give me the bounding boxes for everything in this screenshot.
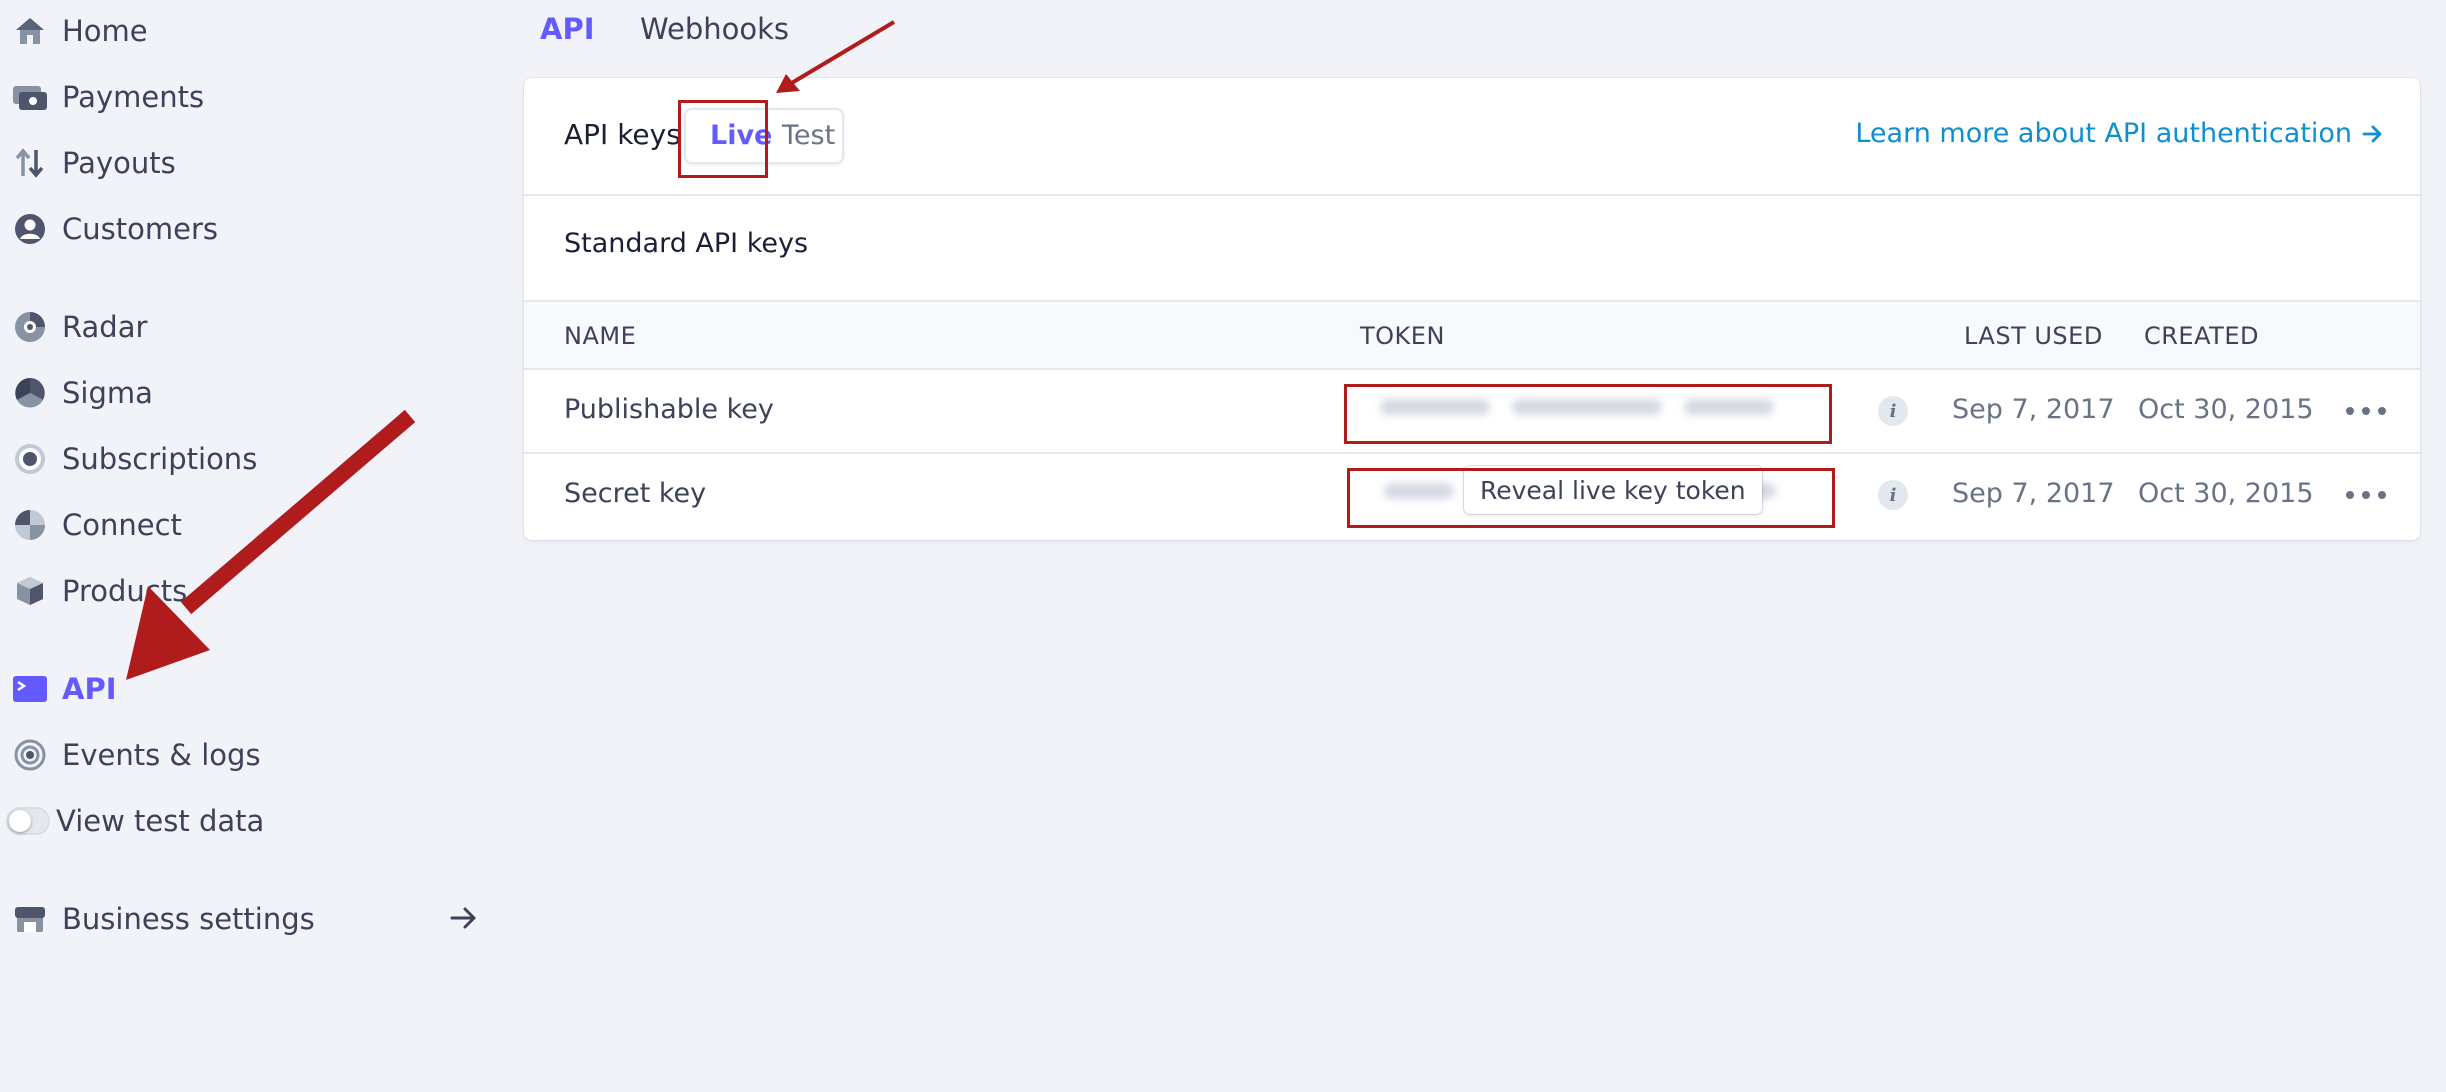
sidebar-item-label: Business settings: [62, 902, 315, 936]
subscriptions-icon: [12, 441, 48, 477]
more-options-icon[interactable]: [2346, 480, 2386, 510]
sidebar-item-label: View test data: [56, 804, 265, 838]
connect-icon: [12, 507, 48, 543]
section-title: Standard API keys: [564, 228, 809, 259]
sidebar-item-label: Products: [62, 574, 188, 608]
info-icon[interactable]: i: [1878, 396, 1908, 426]
products-icon: [12, 573, 48, 609]
sidebar-item-label: Events & logs: [62, 738, 261, 772]
sidebar-item-api[interactable]: API: [12, 664, 117, 714]
info-icon[interactable]: i: [1878, 480, 1908, 510]
api-icon: [12, 671, 48, 707]
arrow-right-icon: [2362, 125, 2382, 142]
sigma-icon: [12, 375, 48, 411]
payments-icon: [12, 79, 48, 115]
sidebar-item-sigma[interactable]: Sigma: [12, 368, 153, 418]
view-test-data-toggle[interactable]: View test data: [6, 796, 264, 846]
test-mode-button[interactable]: Test: [782, 120, 835, 151]
events-icon: [12, 737, 48, 773]
column-header-last-used: LAST USED: [1964, 322, 2103, 350]
customers-icon: [12, 211, 48, 247]
created-date: Oct 30, 2015: [2138, 394, 2314, 425]
more-options-icon[interactable]: [2346, 396, 2386, 426]
sidebar-item-label: Customers: [62, 212, 218, 246]
tab-api[interactable]: API: [540, 12, 595, 46]
sidebar-item-events-logs[interactable]: Events & logs: [12, 730, 261, 780]
payouts-icon: [12, 145, 48, 181]
column-header-name: NAME: [564, 322, 637, 350]
created-date: Oct 30, 2015: [2138, 478, 2314, 509]
sidebar-item-payments[interactable]: Payments: [12, 72, 204, 122]
sidebar-item-label: Payouts: [62, 146, 176, 180]
sidebar-item-label: Subscriptions: [62, 442, 258, 476]
sidebar-item-subscriptions[interactable]: Subscriptions: [12, 434, 257, 484]
highlight-live-box: [678, 100, 768, 178]
card-title: API keys: [564, 118, 681, 151]
sidebar-item-label: Radar: [62, 310, 148, 344]
sidebar-item-products[interactable]: Products: [12, 566, 187, 616]
learn-more-link[interactable]: Learn more about API authentication: [1855, 118, 2384, 149]
sidebar-item-business-settings[interactable]: Business settings: [12, 894, 315, 944]
column-header-token: TOKEN: [1360, 322, 1445, 350]
highlight-publishable-token-box: [1344, 384, 1832, 444]
radar-icon: [12, 309, 48, 345]
home-icon: [12, 13, 48, 49]
sidebar-item-label: Payments: [62, 80, 205, 114]
store-icon: [12, 901, 48, 937]
sidebar-item-payouts[interactable]: Payouts: [12, 138, 176, 188]
sidebar-item-home[interactable]: Home: [12, 6, 148, 56]
sidebar-item-label: Sigma: [62, 376, 153, 410]
sidebar-item-label: API: [62, 672, 117, 706]
sidebar: Home Payments Payouts Customers Radar Si…: [0, 0, 500, 1092]
last-used-date: Sep 7, 2017: [1952, 394, 2115, 425]
key-name: Secret key: [564, 478, 707, 509]
column-header-created: CREATED: [2144, 322, 2259, 350]
sidebar-item-customers[interactable]: Customers: [12, 204, 218, 254]
key-name: Publishable key: [564, 394, 774, 425]
toggle-switch[interactable]: [6, 807, 50, 835]
table-header: NAME TOKEN LAST USED CREATED: [524, 300, 2420, 370]
tab-webhooks[interactable]: Webhooks: [640, 12, 789, 46]
sidebar-item-radar[interactable]: Radar: [12, 302, 147, 352]
card-header: API keys Live Test Learn more about API …: [524, 78, 2420, 196]
sidebar-item-label: Home: [62, 14, 148, 48]
sidebar-item-label: Connect: [62, 508, 182, 542]
last-used-date: Sep 7, 2017: [1952, 478, 2115, 509]
sidebar-item-connect[interactable]: Connect: [12, 500, 182, 550]
arrow-right-icon[interactable]: [448, 900, 480, 936]
learn-more-label: Learn more about API authentication: [1855, 118, 2352, 149]
highlight-secret-token-box: [1347, 468, 1835, 528]
